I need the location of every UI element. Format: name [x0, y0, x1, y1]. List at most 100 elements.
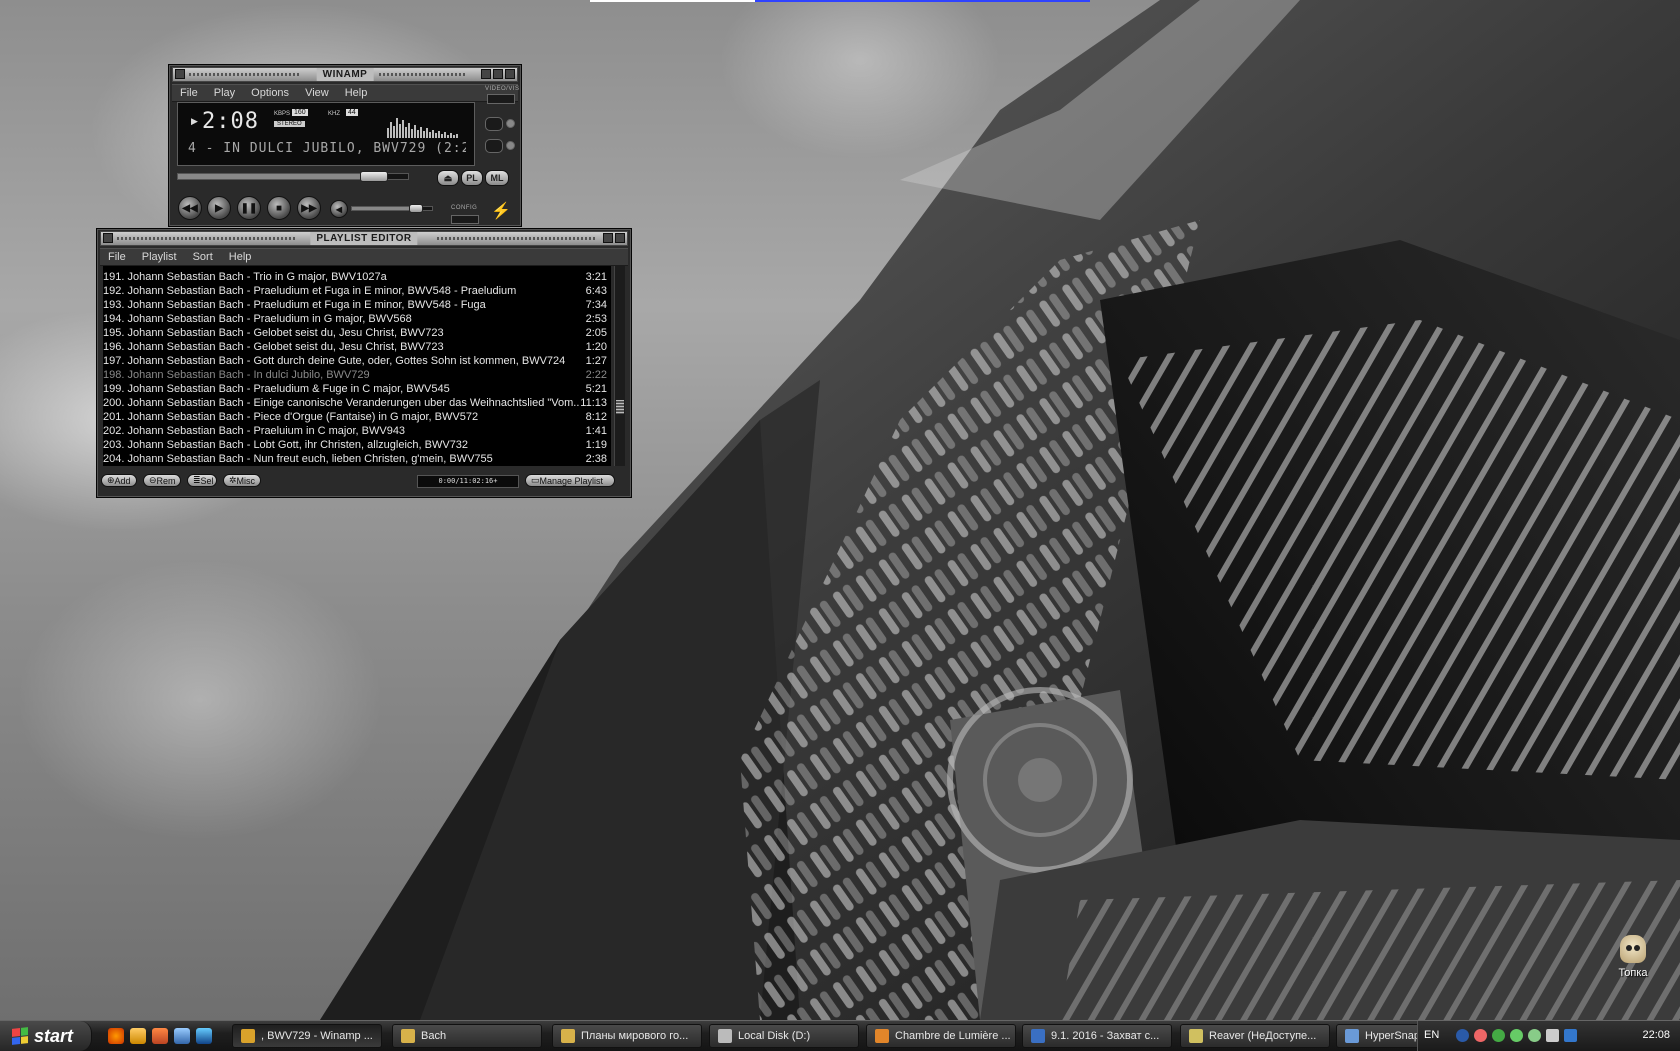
seek-knob[interactable] — [359, 171, 388, 182]
menu-play[interactable]: Play — [206, 85, 243, 101]
taskbar-button[interactable]: Local Disk (D:) — [709, 1024, 859, 1048]
firefox-quicklaunch-icon[interactable] — [108, 1028, 124, 1044]
track-title: 197. Johann Sebastian Bach - Gott durch … — [103, 355, 566, 367]
previous-button[interactable]: ◀◀ — [178, 196, 202, 220]
desktop-icon-topka[interactable]: Топка — [1608, 935, 1658, 979]
playlist-row[interactable]: 195. Johann Sebastian Bach - Gelobet sei… — [103, 326, 611, 340]
playlist-row[interactable]: 201. Johann Sebastian Bach - Piece d'Org… — [103, 410, 611, 424]
taskbar-button[interactable]: Bach — [392, 1024, 542, 1048]
volume-slider[interactable] — [351, 204, 433, 213]
playlist-menu-icon[interactable] — [103, 233, 113, 243]
pl-menu-help[interactable]: Help — [221, 249, 260, 265]
track-title: 195. Johann Sebastian Bach - Gelobet sei… — [103, 327, 444, 339]
pl-menu-playlist[interactable]: Playlist — [134, 249, 185, 265]
taskbar-button[interactable]: 9.1. 2016 - Захват с... — [1022, 1024, 1172, 1048]
taskbar-button[interactable]: , BWV729 - Winamp ... — [232, 1024, 382, 1048]
indicator-led — [506, 119, 515, 128]
media-library-toggle-button[interactable]: ML — [485, 170, 509, 186]
song-title-ticker[interactable]: 4 - IN DULCI JUBILO, BWV729 (2:2 — [188, 141, 466, 156]
minimize-icon[interactable] — [481, 69, 491, 79]
playlist-row[interactable]: 193. Johann Sebastian Bach - Praeludium … — [103, 298, 611, 312]
winamp-window[interactable]: WINAMP File Play Options View Help ▶ 2:0… — [168, 64, 522, 227]
spectrum-visualizer[interactable] — [385, 108, 465, 138]
repeat-toggle-icon[interactable] — [485, 117, 503, 131]
sel-label: Sel — [200, 475, 214, 486]
ie-quicklaunch-icon[interactable] — [196, 1028, 212, 1044]
tray-status-icon[interactable] — [1510, 1029, 1523, 1042]
select-button[interactable]: ≣ Sel — [187, 474, 217, 487]
track-title: 198. Johann Sebastian Bach - In dulci Ju… — [103, 369, 370, 381]
tray-arrow-icon[interactable] — [1456, 1029, 1469, 1042]
tray-app-icon[interactable] — [1474, 1029, 1487, 1042]
seek-bar[interactable] — [177, 171, 409, 182]
tray-network-icon[interactable] — [1492, 1029, 1505, 1042]
eject-button[interactable]: ⏏ — [437, 170, 459, 186]
playlist-row[interactable]: 199. Johann Sebastian Bach - Praeludium … — [103, 382, 611, 396]
playlist-scrollbar[interactable] — [614, 266, 625, 466]
playlist-scroll-thumb[interactable] — [616, 400, 624, 414]
playlist-row[interactable]: 197. Johann Sebastian Bach - Gott durch … — [103, 354, 611, 368]
playlist-row[interactable]: 204. Johann Sebastian Bach - Nun freut e… — [103, 452, 611, 466]
menu-file[interactable]: File — [172, 85, 206, 101]
winamp-quicklaunch-icon[interactable] — [130, 1028, 146, 1044]
playlist-row[interactable]: 191. Johann Sebastian Bach - Trio in G m… — [103, 270, 611, 284]
playlist-editor-window[interactable]: PLAYLIST EDITOR File Playlist Sort Help … — [96, 228, 632, 498]
document-quicklaunch-icon[interactable] — [174, 1028, 190, 1044]
add-button[interactable]: ⊕ Add — [101, 474, 137, 487]
misc-button[interactable]: ✲ Misc — [223, 474, 261, 487]
misc-label: Misc — [236, 475, 256, 486]
config-button[interactable] — [451, 215, 479, 224]
task-app-icon — [1189, 1029, 1203, 1043]
playlist-row[interactable]: 196. Johann Sebastian Bach - Gelobet sei… — [103, 340, 611, 354]
tray-security-icon[interactable] — [1528, 1029, 1541, 1042]
media-quicklaunch-icon[interactable] — [152, 1028, 168, 1044]
language-indicator[interactable]: EN — [1424, 1029, 1439, 1041]
taskbar-button[interactable]: Chambre de Lumière ... — [866, 1024, 1016, 1048]
pl-menu-sort[interactable]: Sort — [185, 249, 221, 265]
time-display[interactable]: 2:08 — [202, 109, 259, 134]
manage-playlist-button[interactable]: ▭ Manage Playlist — [525, 474, 615, 487]
pl-menu-file[interactable]: File — [100, 249, 134, 265]
taskbar-button[interactable]: Планы мирового го... — [552, 1024, 702, 1048]
playlist-row[interactable]: 203. Johann Sebastian Bach - Lobt Gott, … — [103, 438, 611, 452]
winamp-titlebar[interactable]: WINAMP — [172, 67, 518, 82]
playlist-titlebar[interactable]: PLAYLIST EDITOR — [100, 231, 628, 246]
title-grip — [189, 73, 299, 76]
playlist-row[interactable]: 200. Johann Sebastian Bach - Einige cano… — [103, 396, 611, 410]
shuffle-toggle-icon[interactable] — [485, 139, 503, 153]
tray-grid-icon[interactable] — [1546, 1029, 1559, 1042]
playlist-row[interactable]: 202. Johann Sebastian Bach - Praeluium i… — [103, 424, 611, 438]
indicator-led — [506, 141, 515, 150]
remove-button[interactable]: ⊖ Rem — [143, 474, 181, 487]
menu-help[interactable]: Help — [337, 85, 376, 101]
menu-options[interactable]: Options — [243, 85, 297, 101]
track-title: 196. Johann Sebastian Bach - Gelobet sei… — [103, 341, 444, 353]
pause-button[interactable]: ❚❚ — [237, 196, 261, 220]
close-icon[interactable] — [615, 233, 625, 243]
volume-icon[interactable]: ◀ — [330, 200, 348, 218]
task-app-icon — [241, 1029, 255, 1043]
volume-knob[interactable] — [409, 204, 423, 213]
play-button[interactable]: ▶ — [207, 196, 231, 220]
stop-button[interactable]: ■ — [267, 196, 291, 220]
clock[interactable]: 22:08 — [1642, 1029, 1670, 1041]
playlist-footer: ⊕ Add ⊖ Rem ≣ Sel ✲ Misc 0:00/11:02:16+ ▭ Man… — [101, 474, 625, 490]
next-button[interactable]: ▶▶ — [297, 196, 321, 220]
track-title: 192. Johann Sebastian Bach - Praeludium … — [103, 285, 517, 297]
shade-icon[interactable] — [603, 233, 613, 243]
playlist-toggle-button[interactable]: PL — [461, 170, 483, 186]
lightning-icon[interactable]: ⚡ — [491, 201, 511, 220]
playlist-row[interactable]: 194. Johann Sebastian Bach - Praeludium … — [103, 312, 611, 326]
task-app-icon — [718, 1029, 732, 1043]
playlist-row[interactable]: 198. Johann Sebastian Bach - In dulci Ju… — [103, 368, 611, 382]
winamp-menu-icon[interactable] — [175, 69, 185, 79]
start-button[interactable]: start — [0, 1021, 92, 1051]
menu-view[interactable]: View — [297, 85, 337, 101]
video-vis-toggle[interactable] — [487, 94, 515, 104]
tray-volume-icon[interactable] — [1564, 1029, 1577, 1042]
close-icon[interactable] — [505, 69, 515, 79]
playlist-list[interactable]: 191. Johann Sebastian Bach - Trio in G m… — [103, 266, 611, 466]
shade-icon[interactable] — [493, 69, 503, 79]
taskbar-button[interactable]: Reaver (НеДоступе... — [1180, 1024, 1330, 1048]
playlist-row[interactable]: 192. Johann Sebastian Bach - Praeludium … — [103, 284, 611, 298]
